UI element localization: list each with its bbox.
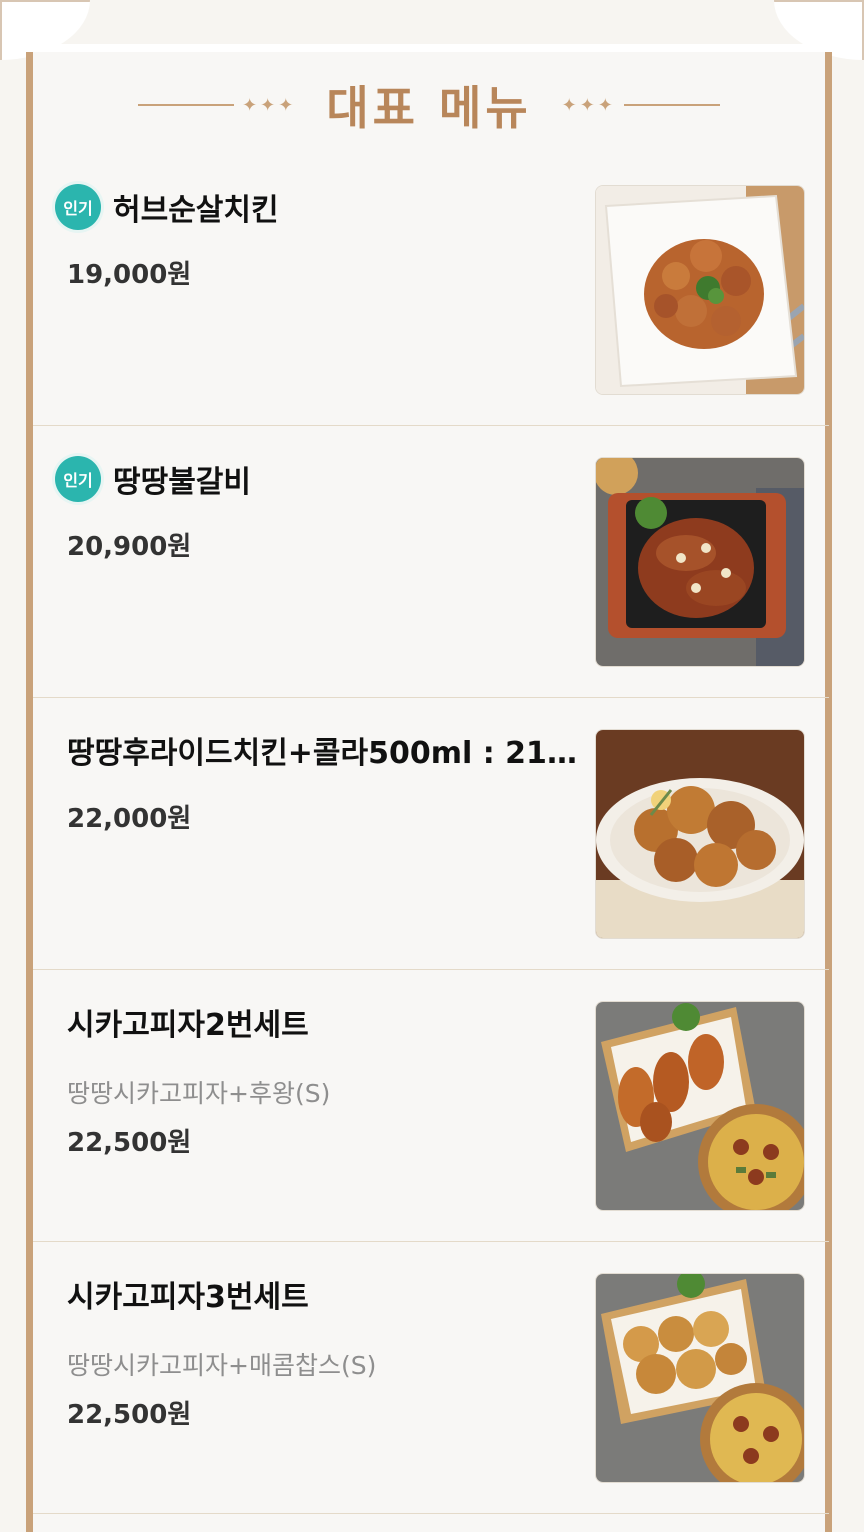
sparkle-icon: ✦✦✦: [242, 94, 297, 116]
menu-page: ✦✦✦ 대표 메뉴 ✦✦✦ 인기 허브순살치킨 19,000원 인기 땅땅불갈비…: [0, 0, 864, 1532]
item-price: 20,900원: [67, 532, 192, 562]
galbi-skillet-photo[interactable]: [595, 457, 805, 667]
item-price: 22,000원: [67, 804, 192, 834]
chicken-pizza-set-photo[interactable]: [595, 1273, 805, 1483]
boneless-chicken-photo[interactable]: [595, 185, 805, 395]
section-title: 대표 메뉴: [326, 81, 532, 135]
item-name: 땅땅후라이드치킨+콜라500ml : 21...: [67, 736, 577, 771]
sparkle-icon: ✦✦✦: [561, 94, 616, 116]
fried-chicken-plate-photo[interactable]: [595, 729, 805, 939]
item-header: 인기 허브순살치킨: [55, 184, 279, 230]
item-price: 19,000원: [67, 260, 192, 290]
item-name: 땅땅불갈비: [113, 465, 251, 500]
menu-item-ddangddang-galbi[interactable]: 인기 땅땅불갈비 20,900원: [33, 426, 829, 698]
menu-item-herb-boneless-chicken[interactable]: 인기 허브순살치킨 19,000원: [33, 154, 829, 426]
item-header: 시카고피자2번세트: [55, 1000, 309, 1044]
item-header: 인기 땅땅불갈비: [55, 456, 251, 502]
menu-list: 인기 허브순살치킨 19,000원 인기 땅땅불갈비 20,900원 땅땅후라이…: [33, 154, 829, 1514]
item-name: 허브순살치킨: [113, 193, 279, 228]
menu-item-chicago-pizza-set-3[interactable]: 시카고피자3번세트 땅땅시카고피자+매콤찹스(S) 22,500원: [33, 1242, 829, 1514]
item-name: 시카고피자2번세트: [67, 1008, 309, 1043]
popular-badge: 인기: [55, 456, 101, 502]
item-header: 시카고피자3번세트: [55, 1272, 309, 1316]
chicken-pizza-set-photo[interactable]: [595, 1001, 805, 1211]
menu-item-chicago-pizza-set-2[interactable]: 시카고피자2번세트 땅땅시카고피자+후왕(S) 22,500원: [33, 970, 829, 1242]
item-description: 땅땅시카고피자+매콤찹스(S): [67, 1351, 377, 1380]
item-description: 땅땅시카고피자+후왕(S): [67, 1079, 331, 1108]
item-header: 땅땅후라이드치킨+콜라500ml : 21...: [55, 728, 577, 772]
item-price: 22,500원: [67, 1128, 192, 1158]
header-divider-left: [138, 104, 235, 106]
item-price: 22,500원: [67, 1400, 192, 1430]
section-header: ✦✦✦ 대표 메뉴 ✦✦✦: [33, 60, 825, 150]
menu-item-fried-chicken-cola[interactable]: 땅땅후라이드치킨+콜라500ml : 21... 22,000원: [33, 698, 829, 970]
popular-badge: 인기: [55, 184, 101, 230]
header-divider-right: [623, 104, 720, 106]
item-name: 시카고피자3번세트: [67, 1280, 309, 1315]
